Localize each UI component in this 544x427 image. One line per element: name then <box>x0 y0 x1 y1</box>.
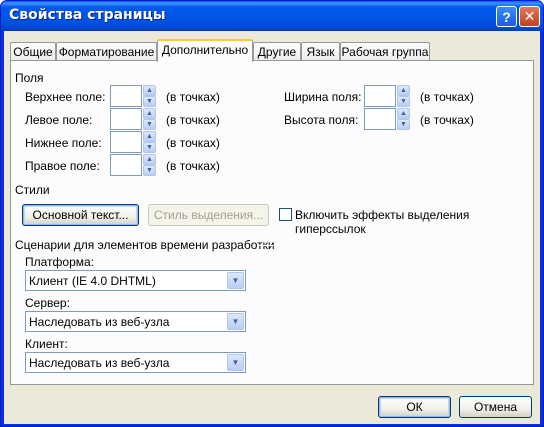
platform-label: Платформа: <box>25 255 95 269</box>
chevron-down-icon[interactable]: ▼ <box>227 272 244 289</box>
body-style-button[interactable]: Основной текст... <box>22 204 139 226</box>
left-margin-input[interactable] <box>110 108 142 130</box>
chevron-down-icon[interactable]: ▼ <box>227 313 244 330</box>
chevron-down-icon[interactable]: ▼ <box>227 354 244 371</box>
top-margin-unit: (в точках) <box>166 90 220 104</box>
divider <box>53 190 527 191</box>
hyperlink-effects-label: Включить эффекты выделения гиперссылок <box>295 208 470 236</box>
left-margin-stepper[interactable]: ▲ ▼ <box>110 108 156 130</box>
platform-select[interactable]: Клиент (IE 4.0 DHTML) ▼ <box>25 270 246 291</box>
spin-down-icon[interactable]: ▼ <box>397 119 410 130</box>
right-margin-input[interactable] <box>110 154 142 176</box>
dialog-client: Общие Форматирование Дополнительно Други… <box>4 31 540 424</box>
bottom-margin-label: Нижнее поле: <box>25 136 102 150</box>
spin-up-icon[interactable]: ▲ <box>143 131 156 142</box>
top-margin-stepper[interactable]: ▲ ▼ <box>110 85 156 107</box>
spin-down-icon[interactable]: ▼ <box>143 142 156 153</box>
spin-up-icon[interactable]: ▲ <box>143 108 156 119</box>
spin-down-icon[interactable]: ▼ <box>143 119 156 130</box>
spin-down-icon[interactable]: ▼ <box>397 96 410 107</box>
margin-width-input[interactable] <box>364 85 396 107</box>
tab-formatting[interactable]: Форматирование <box>56 42 157 61</box>
spin-down-icon[interactable]: ▼ <box>143 165 156 176</box>
right-margin-label: Правое поле: <box>25 159 100 173</box>
margin-width-unit: (в точках) <box>420 90 474 104</box>
selection-style-button[interactable]: Стиль выделения... <box>148 204 269 226</box>
server-select[interactable]: Наследовать из веб-узла ▼ <box>25 311 246 332</box>
right-margin-unit: (в точках) <box>166 159 220 173</box>
divider <box>257 245 527 246</box>
server-value: Наследовать из веб-узла <box>29 315 170 329</box>
left-margin-label: Левое поле: <box>25 113 93 127</box>
help-icon: ? <box>502 8 511 25</box>
bottom-margin-stepper[interactable]: ▲ ▼ <box>110 131 156 153</box>
right-margin-stepper[interactable]: ▲ ▼ <box>110 154 156 176</box>
title-bar[interactable]: Свойства страницы ? ✕ <box>1 1 543 31</box>
dialog-window: Свойства страницы ? ✕ Общие Форматирован… <box>0 0 544 427</box>
cancel-button[interactable]: Отмена <box>459 396 532 418</box>
ok-button[interactable]: ОК <box>378 396 451 418</box>
tab-other[interactable]: Другие <box>253 42 301 61</box>
top-margin-input[interactable] <box>110 85 142 107</box>
margin-height-unit: (в точках) <box>420 113 474 127</box>
client-select[interactable]: Наследовать из веб-узла ▼ <box>25 352 246 373</box>
close-icon: ✕ <box>523 8 536 24</box>
client-label: Клиент: <box>25 337 68 351</box>
margin-height-label: Высота поля: <box>284 113 359 127</box>
tab-language[interactable]: Язык <box>301 42 340 61</box>
scripting-section-label: Сценарии для элементов времени разработк… <box>15 238 275 252</box>
margins-section-label: Поля <box>15 71 44 85</box>
tab-advanced[interactable]: Дополнительно <box>157 39 253 62</box>
margin-height-stepper[interactable]: ▲ ▼ <box>364 108 410 130</box>
close-button[interactable]: ✕ <box>519 6 540 27</box>
spin-down-icon[interactable]: ▼ <box>143 96 156 107</box>
bottom-margin-input[interactable] <box>110 131 142 153</box>
hyperlink-effects-checkbox[interactable] <box>279 208 292 221</box>
spin-up-icon[interactable]: ▲ <box>143 154 156 165</box>
server-label: Сервер: <box>25 296 70 310</box>
client-value: Наследовать из веб-узла <box>29 356 170 370</box>
platform-value: Клиент (IE 4.0 DHTML) <box>29 274 156 288</box>
advanced-panel: Поля Верхнее поле: ▲ ▼ (в точках) Левое п… <box>10 60 534 385</box>
spin-up-icon[interactable]: ▲ <box>397 85 410 96</box>
tab-workgroup[interactable]: Рабочая группа <box>340 42 430 61</box>
left-margin-unit: (в точках) <box>166 113 220 127</box>
styles-section-label: Стили <box>15 183 50 197</box>
margin-width-label: Ширина поля: <box>284 90 362 104</box>
bottom-margin-unit: (в точках) <box>166 136 220 150</box>
top-margin-label: Верхнее поле: <box>25 90 106 104</box>
tab-general[interactable]: Общие <box>10 42 56 61</box>
margin-height-input[interactable] <box>364 108 396 130</box>
help-button[interactable]: ? <box>496 6 517 27</box>
margin-width-stepper[interactable]: ▲ ▼ <box>364 85 410 107</box>
spin-up-icon[interactable]: ▲ <box>143 85 156 96</box>
divider <box>47 78 527 79</box>
spin-up-icon[interactable]: ▲ <box>397 108 410 119</box>
window-title: Свойства страницы <box>9 7 166 23</box>
